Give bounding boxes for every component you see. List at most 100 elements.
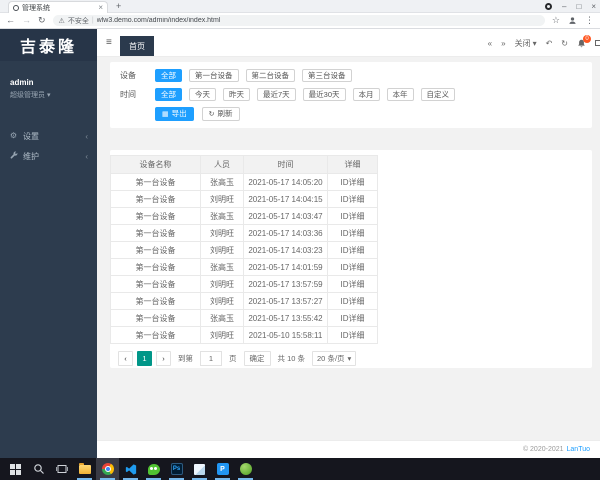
page-next-button[interactable]: › (156, 351, 171, 366)
cell-detail-link[interactable]: ID详细 (327, 224, 378, 242)
windows-taskbar: Ps P (0, 458, 600, 480)
cell-detail-link[interactable]: ID详细 (327, 326, 378, 344)
cell-device: 第一台设备 (110, 173, 201, 191)
time-filter-30days[interactable]: 最近30天 (302, 88, 346, 101)
tab-home[interactable]: 首页 (120, 36, 154, 56)
notification-badge: 0 (583, 34, 591, 43)
profile-avatar-icon[interactable] (568, 16, 577, 25)
cell-time: 2021-05-17 14:03:36 (243, 224, 328, 242)
device-filter-2[interactable]: 第二台设备 (245, 69, 295, 82)
goto-confirm-button[interactable]: 确定 (243, 351, 271, 366)
page-size-select[interactable]: 20 条/页 ▾ (312, 351, 357, 366)
device-filter-3[interactable]: 第三台设备 (302, 69, 352, 82)
admin-page: 吉泰隆 admin 超级管理员 ▾ ⚙ 设置 ‹ 维护 ‹ ≡ 首页 « » 关… (0, 29, 600, 458)
scroll-tabs-right-icon[interactable]: » (501, 39, 505, 48)
collapse-menu-icon[interactable]: ≡ (106, 37, 112, 48)
cell-person: 张高玉 (200, 207, 244, 225)
scroll-tabs-left-icon[interactable]: « (488, 39, 492, 48)
p-app-icon[interactable]: P (211, 458, 234, 480)
table-row: 第一台设备 张高玉 2021-05-17 14:03:47 ID详细 (110, 207, 378, 225)
bookmark-star-icon[interactable]: ☆ (552, 16, 560, 25)
time-filter-yesterday[interactable]: 昨天 (223, 88, 250, 101)
cell-device: 第一台设备 (110, 241, 201, 259)
time-filter-custom[interactable]: 自定义 (420, 88, 456, 101)
brand-link[interactable]: LanTuo (567, 446, 590, 453)
start-button-icon[interactable] (4, 458, 27, 480)
refresh-button[interactable]: ↻ 刷新 (201, 107, 240, 121)
notification-bell-icon[interactable]: 0 (577, 34, 591, 48)
cell-detail-link[interactable]: ID详细 (327, 275, 378, 293)
browser-addressbar: ← → ↻ ⚠ 不安全 | wlw3.demo.com/admin/index/… (0, 13, 600, 29)
page-prev-button[interactable]: ‹ (118, 351, 133, 366)
browser-reload-button[interactable]: ↻ (38, 16, 46, 25)
undo-icon[interactable]: ↶ (546, 39, 553, 48)
window-minimize-button[interactable]: – (562, 2, 566, 11)
goto-page-input[interactable]: 1 (200, 351, 222, 366)
new-tab-button[interactable]: + (116, 1, 121, 11)
device-filter-all[interactable]: 全部 (155, 69, 182, 82)
sidebar: 吉泰隆 admin 超级管理员 ▾ ⚙ 设置 ‹ 维护 ‹ (0, 29, 97, 458)
cell-detail-link[interactable]: ID详细 (327, 173, 378, 191)
chrome-icon[interactable] (96, 458, 119, 480)
time-filter-today[interactable]: 今天 (189, 88, 216, 101)
refresh-page-icon[interactable]: ↻ (561, 39, 568, 48)
browser-back-button[interactable]: ← (6, 16, 15, 25)
goto-suffix-label: 页 (229, 354, 237, 363)
table-row: 第一台设备 张高玉 2021-05-17 14:01:59 ID详细 (110, 258, 378, 276)
chevron-left-icon: ‹ (85, 151, 88, 161)
cell-device: 第一台设备 (110, 207, 201, 225)
task-view-icon[interactable] (50, 458, 73, 480)
window-maximize-button[interactable]: □ (576, 2, 581, 11)
time-filter-year[interactable]: 本年 (386, 88, 414, 101)
user-role-dropdown[interactable]: 超级管理员 ▾ (10, 90, 87, 100)
sidebar-item-settings[interactable]: ⚙ 设置 ‹ (0, 126, 97, 146)
browser-menu-icon[interactable]: ⋮ (585, 16, 594, 25)
sidebar-item-label: 设置 (23, 131, 39, 141)
time-filter-all[interactable]: 全部 (155, 88, 182, 101)
record-extension-icon[interactable] (545, 3, 553, 10)
page-footer: © 2020-2021 LanTuo (97, 440, 600, 458)
fullscreen-icon[interactable] (595, 40, 600, 46)
sidebar-item-maintenance[interactable]: 维护 ‹ (0, 146, 97, 166)
cell-time: 2021-05-17 14:03:47 (243, 207, 328, 225)
cell-person: 刘明旺 (200, 224, 244, 242)
browser-forward-button[interactable]: → (22, 16, 31, 25)
window-close-button[interactable]: × (591, 2, 596, 11)
browser-tab[interactable]: 管理系统 × (8, 1, 108, 13)
page-current[interactable]: 1 (137, 351, 152, 366)
notes-app-icon[interactable] (188, 458, 211, 480)
favicon-icon (13, 4, 19, 11)
wechat-icon[interactable] (142, 458, 165, 480)
records-table: 设备名称 人员 时间 详细 第一台设备 张高玉 2021-05-17 14:05:2… (110, 155, 378, 344)
export-button[interactable]: ▦ 导出 (155, 107, 194, 121)
security-warning-icon: ⚠ (58, 17, 65, 25)
url-field[interactable]: ⚠ 不安全 | wlw3.demo.com/admin/index/index.… (52, 15, 545, 26)
screen: 管理系统 × + – □ × ← → ↻ ⚠ 不安全 | wlw3.demo.c… (0, 0, 600, 480)
device-filter-1[interactable]: 第一台设备 (189, 69, 239, 82)
tab-title: 管理系统 (22, 4, 50, 12)
table-row: 第一台设备 刘明旺 2021-05-17 14:04:15 ID详细 (110, 190, 378, 208)
close-tabs-dropdown[interactable]: 关闭 ▾ (515, 38, 537, 49)
cell-time: 2021-05-17 14:03:23 (243, 241, 328, 259)
vscode-icon[interactable] (119, 458, 142, 480)
cell-detail-link[interactable]: ID详细 (327, 258, 378, 276)
security-label: 不安全 (67, 17, 89, 25)
file-explorer-icon[interactable] (73, 458, 96, 480)
pagination: ‹ 1 › 到第 1 页 确定 共 10 条 20 条/页 ▾ (118, 351, 592, 366)
time-filter-month[interactable]: 本月 (352, 88, 380, 101)
cell-detail-link[interactable]: ID详细 (327, 309, 378, 327)
cell-detail-link[interactable]: ID详细 (327, 190, 378, 208)
photoshop-icon[interactable]: Ps (165, 458, 188, 480)
cell-detail-link[interactable]: ID详细 (327, 292, 378, 310)
cell-detail-link[interactable]: ID详细 (327, 207, 378, 225)
sidebar-menu: ⚙ 设置 ‹ 维护 ‹ (0, 126, 97, 166)
search-icon[interactable] (27, 458, 50, 480)
cell-person: 张高玉 (200, 309, 244, 327)
tab-close-icon[interactable]: × (98, 3, 103, 12)
green-app-icon[interactable] (234, 458, 257, 480)
cell-time: 2021-05-17 13:57:27 (243, 292, 328, 310)
time-filter-7days[interactable]: 最近7天 (257, 88, 296, 101)
cell-time: 2021-05-17 14:01:59 (243, 258, 328, 276)
table-row: 第一台设备 张高玉 2021-05-17 14:05:20 ID详细 (110, 173, 378, 191)
cell-detail-link[interactable]: ID详细 (327, 241, 378, 259)
